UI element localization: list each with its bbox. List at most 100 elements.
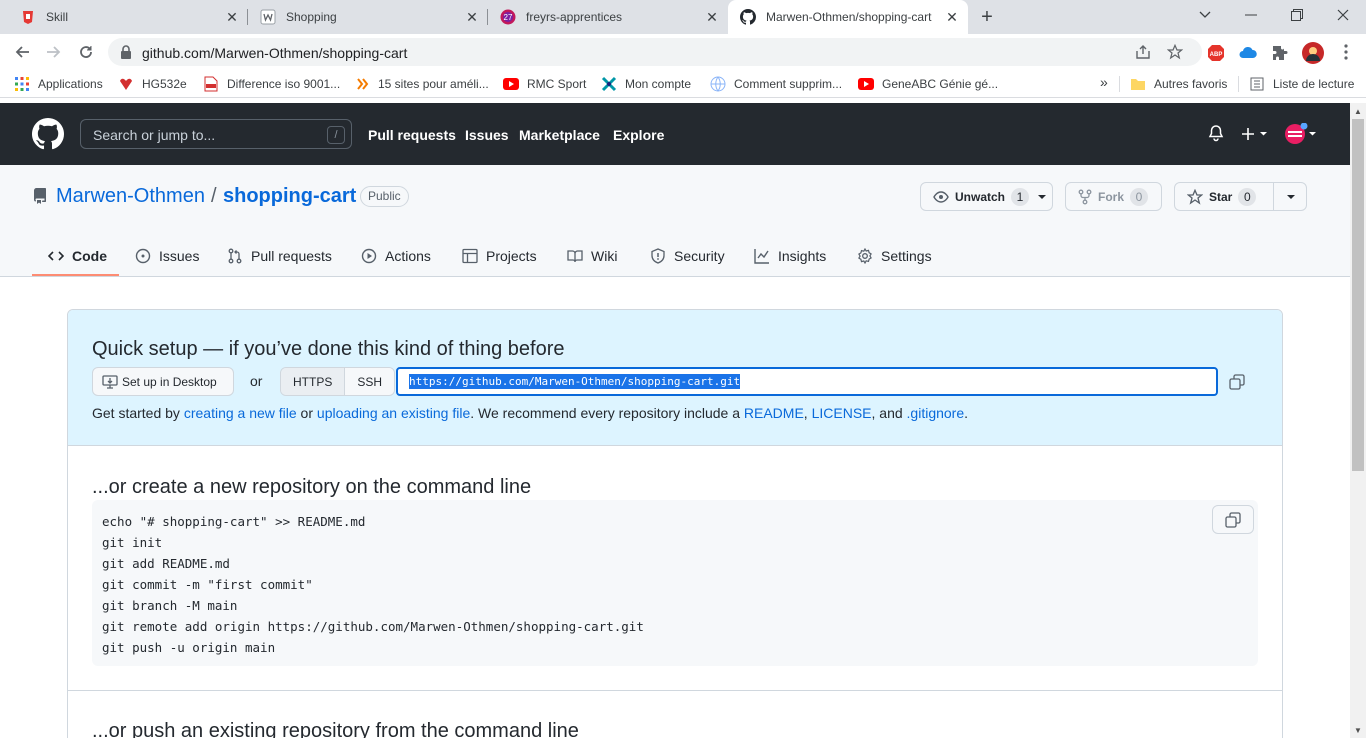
copy-clone-url-button[interactable] (1216, 367, 1258, 396)
license-link[interactable]: LICENSE (812, 405, 872, 421)
nav-pull-requests[interactable]: Pull requests (368, 127, 456, 143)
new-tab-button[interactable]: + (976, 7, 998, 29)
close-window-button[interactable] (1320, 0, 1366, 30)
bookmark-15-sites[interactable]: 15 sites pour améli... (354, 76, 489, 92)
browser-tab-skill[interactable]: Skill ✕ (8, 0, 248, 34)
tab-projects[interactable]: Projects (462, 235, 537, 277)
nav-marketplace[interactable]: Marketplace (519, 127, 600, 143)
bookmark-divider (1119, 76, 1120, 92)
tab-pull-requests[interactable]: Pull requests (227, 235, 332, 277)
bookmark-comment-supprimer[interactable]: Comment supprim... (710, 76, 842, 92)
tab-security[interactable]: Security (650, 235, 725, 277)
user-avatar-menu[interactable] (1285, 123, 1319, 145)
more-bookmarks-button[interactable]: » (1100, 74, 1108, 90)
tab-settings[interactable]: Settings (857, 235, 932, 277)
star-button[interactable]: Star 0 (1174, 182, 1307, 211)
star-label: Star (1209, 189, 1233, 204)
tab-label: Security (674, 248, 725, 264)
ssh-button[interactable]: SSH (344, 368, 395, 395)
bookmark-label: 15 sites pour améli... (378, 77, 489, 91)
bookmark-geneabc[interactable]: GeneABC Génie gé... (858, 76, 998, 92)
tab-issues[interactable]: Issues (135, 235, 199, 277)
gitignore-link[interactable]: .gitignore (907, 405, 965, 421)
nav-issues[interactable]: Issues (465, 127, 509, 143)
adblock-extension-icon[interactable]: ABP (1206, 43, 1226, 63)
project-table-icon (462, 248, 478, 264)
minimize-window-button[interactable] (1228, 0, 1274, 30)
bookmark-iso-9001[interactable]: Difference iso 9001... (203, 76, 340, 92)
bookmark-label: Comment supprim... (734, 77, 843, 91)
clone-url-selected-text: https://github.com/Marwen-Othmen/shoppin… (409, 374, 741, 389)
create-new-plus-icon[interactable] (1241, 127, 1269, 141)
extensions-puzzle-icon[interactable] (1270, 43, 1290, 63)
close-tab-icon[interactable]: ✕ (464, 9, 480, 25)
scroll-up-arrow-icon[interactable]: ▲ (1350, 103, 1366, 119)
bookmark-rmc-sport[interactable]: RMC Sport (503, 76, 586, 92)
scroll-down-arrow-icon[interactable]: ▼ (1350, 722, 1366, 738)
close-tab-icon[interactable]: ✕ (224, 9, 240, 25)
bookmark-star-icon[interactable] (1166, 43, 1184, 61)
clone-url-input[interactable]: https://github.com/Marwen-Othmen/shoppin… (396, 367, 1218, 396)
started-text: . We recommend every repository include … (470, 405, 744, 421)
address-bar[interactable]: github.com/Marwen-Othmen/shopping-cart (108, 38, 1202, 66)
forward-button[interactable] (42, 40, 66, 64)
search-shortcut-key: / (327, 126, 345, 144)
repo-owner-link[interactable]: Marwen-Othmen (56, 185, 205, 208)
eye-icon (933, 189, 949, 205)
bookmark-label: GeneABC Génie gé... (882, 77, 999, 91)
nav-explore[interactable]: Explore (613, 127, 664, 143)
github-search-input[interactable]: Search or jump to... / (80, 119, 352, 149)
browser-tab-github[interactable]: Marwen-Othmen/shopping-cart ✕ (728, 0, 968, 34)
copy-commands-button[interactable] (1212, 505, 1254, 534)
tab-actions[interactable]: Actions (361, 235, 431, 277)
browser-tab-strip: Skill ✕ Shopping ✕ 27 freyrs-apprentices… (0, 0, 1366, 34)
notifications-bell-icon[interactable] (1208, 125, 1224, 142)
unwatch-button[interactable]: Unwatch 1 (920, 182, 1053, 211)
readme-link[interactable]: README (744, 405, 804, 421)
share-icon[interactable] (1134, 43, 1152, 61)
https-button[interactable]: HTTPS (281, 368, 345, 395)
lock-icon[interactable] (120, 45, 132, 64)
close-tab-icon[interactable]: ✕ (704, 9, 720, 25)
book-icon (567, 248, 583, 264)
browser-tab-freyrs[interactable]: 27 freyrs-apprentices ✕ (488, 0, 728, 34)
tab-wiki[interactable]: Wiki (567, 235, 617, 277)
folder-icon (1130, 76, 1146, 92)
fork-button[interactable]: Fork 0 (1065, 182, 1162, 211)
shield-icon (650, 248, 666, 264)
cloud-extension-icon[interactable] (1238, 43, 1258, 63)
started-text: . (964, 405, 969, 421)
huawei-icon (118, 76, 134, 92)
bookmark-applications[interactable]: Applications (14, 76, 103, 92)
browser-tab-shopping[interactable]: Shopping ✕ (248, 0, 488, 34)
close-tab-icon[interactable]: ✕ (944, 9, 960, 25)
star-list-chevron-icon[interactable] (1286, 194, 1296, 200)
play-circle-icon (361, 248, 377, 264)
restore-window-button[interactable] (1274, 0, 1320, 30)
reading-list-button[interactable]: Liste de lecture (1249, 76, 1354, 92)
scrollbar-thumb[interactable] (1352, 119, 1364, 471)
fork-icon (1078, 189, 1092, 205)
tab-insights[interactable]: Insights (754, 235, 826, 277)
bookmark-label: Applications (38, 77, 103, 91)
browser-menu-icon[interactable] (1334, 40, 1358, 64)
bookmarks-bar: Applications HG532e Difference iso 9001.… (0, 70, 1366, 98)
bookmark-mon-compte[interactable]: Mon compte (601, 76, 691, 92)
bookmark-label: Autres favoris (1154, 77, 1228, 91)
tab-search-chevron-icon[interactable] (1182, 0, 1228, 30)
setup-in-desktop-button[interactable]: Set up in Desktop (92, 367, 234, 396)
page-scrollbar[interactable]: ▲ ▼ (1350, 103, 1366, 738)
tab-code[interactable]: Code (48, 235, 107, 277)
creating-new-file-link[interactable]: creating a new file (184, 405, 297, 421)
bookmark-other-favorites[interactable]: Autres favoris (1130, 76, 1227, 92)
bookmark-divider (1238, 76, 1239, 92)
bookmark-label: HG532e (142, 77, 187, 91)
profile-avatar[interactable] (1302, 42, 1324, 64)
reload-button[interactable] (74, 40, 98, 64)
bookmark-hg532e[interactable]: HG532e (118, 76, 187, 92)
github-logo-icon[interactable] (32, 118, 64, 155)
back-button[interactable] (10, 40, 34, 64)
repo-name-link[interactable]: shopping-cart (223, 185, 356, 208)
tab-label: Skill (46, 10, 69, 24)
uploading-existing-file-link[interactable]: uploading an existing file (317, 405, 470, 421)
